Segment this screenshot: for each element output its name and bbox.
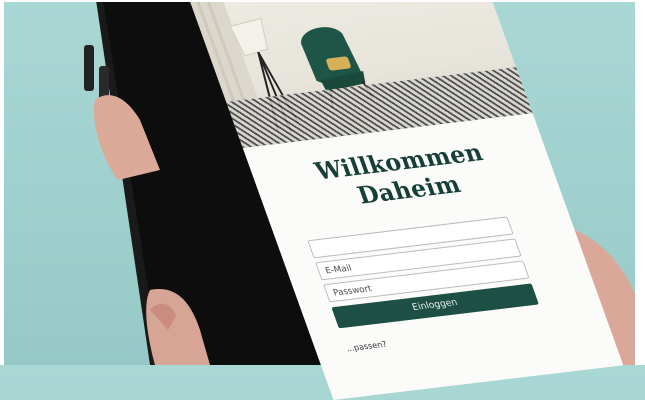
login-panel: Willkommen Daheim E-Mail Passwort Einlog…: [242, 113, 624, 400]
chair-cushion: [326, 56, 351, 71]
forgot-password-link[interactable]: ...passen?: [345, 340, 388, 354]
phone-screen: Willkommen Daheim E-Mail Passwort Einlog…: [0, 0, 645, 400]
app-screen: Willkommen Daheim E-Mail Passwort Einlog…: [175, 0, 624, 400]
